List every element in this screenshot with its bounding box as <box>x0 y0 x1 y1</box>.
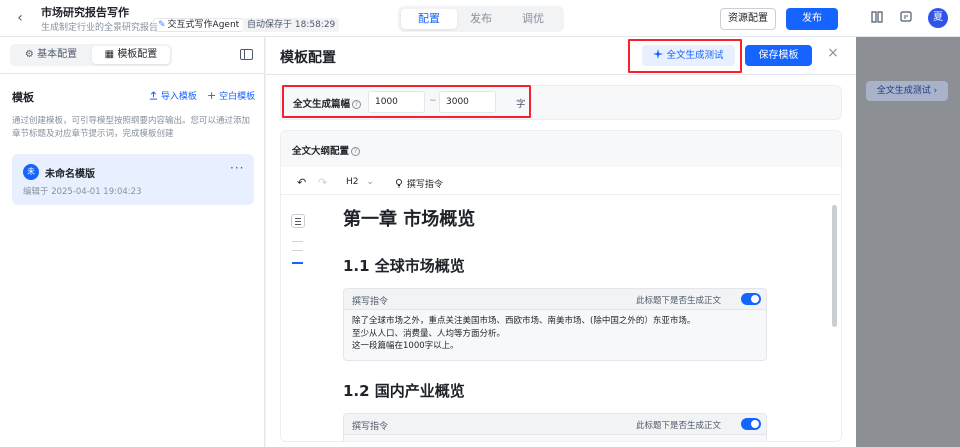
chapter-heading[interactable]: 第一章 市场概览 <box>343 205 475 231</box>
autosave-status: 自动保存于 18:58:29 <box>243 18 340 32</box>
template-icon: ▦ <box>104 49 115 60</box>
divider <box>266 74 856 75</box>
section-heading[interactable]: 1.1 全球市场概览 <box>343 255 465 276</box>
toc-entry-active[interactable] <box>292 262 303 264</box>
app-title: 市场研究报告写作 <box>41 6 129 19</box>
bulb-icon <box>395 178 403 188</box>
more-icon[interactable]: ··· <box>230 161 244 175</box>
instruction-label: 撰写指令 <box>352 297 389 307</box>
outline-title: 全文大纲配置? <box>292 143 361 157</box>
close-icon[interactable]: × <box>826 46 840 60</box>
tab-basic-config-label: 基本配置 <box>37 49 78 60</box>
agent-badge: ✎ 交互式写作Agent <box>153 18 245 32</box>
sparkle-icon <box>653 49 664 59</box>
top-bar: ‹ 市场研究报告写作 生成制定行业的全景研究报告 ✎ 交互式写作Agent 自动保… <box>0 0 960 37</box>
background-overlay[interactable]: 全文生成测试 › <box>856 37 960 447</box>
undo-icon[interactable]: ↶ <box>297 176 306 189</box>
blank-template-label: 空白模板 <box>219 92 256 102</box>
pen-icon: ✎ <box>158 20 166 30</box>
instruction-header: 撰写指令 此标题下是否生成正文 <box>344 289 766 310</box>
generate-body-toggle[interactable] <box>741 293 761 305</box>
template-description: 通过创建模板，可引导模型按照纲要内容输出。您可以通过添加章节标题及对应章节提示词… <box>12 116 251 139</box>
import-template-label: 导入模板 <box>160 92 197 102</box>
outline-header: 全文大纲配置? <box>281 131 841 167</box>
tab-template-config[interactable]: ▦ 模板配置 <box>92 46 170 64</box>
instruction-text[interactable]: 除了全球市场之外，重点关注美国市场、西欧市场、南美市场、(除中国之外的）东亚市场… <box>352 315 762 353</box>
agent-badge-label: 交互式写作Agent <box>167 20 240 30</box>
book-icon[interactable] <box>869 10 885 26</box>
save-template-button[interactable]: 保存模板 <box>745 45 812 66</box>
config-tabs: ⚙ 基本配置 ▦ 模板配置 <box>10 44 172 66</box>
full-text-test-label: 全文生成测试 <box>666 50 724 61</box>
template-avatar: 未 <box>23 164 39 180</box>
page-title: 模板配置 <box>280 50 336 66</box>
highlight-length-config <box>282 85 531 118</box>
feedback-icon[interactable] <box>898 10 914 26</box>
resource-config-button[interactable]: 资源配置 <box>720 8 776 30</box>
left-panel: ⚙ 基本配置 ▦ 模板配置 模板 导入模板 + 空白模板 通过创建模板，可引导模… <box>0 37 265 447</box>
toc-entry[interactable] <box>292 250 303 251</box>
tab-publish[interactable]: 发布 <box>453 9 509 29</box>
instruction-block: 撰写指令 此标题下是否生成正文 <box>343 413 767 441</box>
import-template-link[interactable]: 导入模板 <box>149 89 197 102</box>
redo-icon[interactable]: ↷ <box>318 176 327 189</box>
generate-body-label: 此标题下是否生成正文 <box>636 296 722 306</box>
section-heading[interactable]: 1.2 国内产业概览 <box>343 380 465 401</box>
scrollbar[interactable] <box>832 205 837 327</box>
instruction-line: 除了全球市场之外，重点关注美国市场、西欧市场、南美市场、(除中国之外的）东亚市场… <box>352 316 696 326</box>
template-card[interactable]: 未 未命名模版 ··· 编辑于 2025-04-01 19:04:23 <box>12 154 254 205</box>
help-icon[interactable]: ? <box>351 147 361 156</box>
instruction-line: 至少从人口、消费量、人均等方面分析。 <box>352 328 506 339</box>
write-instruction-label: 撰写指令 <box>406 180 443 190</box>
background-test-button: 全文生成测试 › <box>866 81 948 101</box>
gear-icon: ⚙ <box>24 49 34 60</box>
user-avatar[interactable]: 夏 <box>928 8 948 28</box>
template-name: 未命名模版 <box>45 169 95 180</box>
instruction-header: 撰写指令 此标题下是否生成正文 <box>344 414 766 435</box>
app-subtitle: 生成制定行业的全景研究报告 <box>41 23 159 33</box>
instruction-line: 这一段篇幅在1000字以上。 <box>352 341 459 351</box>
tab-basic-config[interactable]: ⚙ 基本配置 <box>12 46 90 64</box>
write-instruction-button[interactable]: 撰写指令 <box>394 177 443 190</box>
publish-button[interactable]: 发布 <box>786 8 838 30</box>
upload-icon <box>149 91 158 100</box>
instruction-label: 撰写指令 <box>352 422 389 432</box>
toc-entry[interactable] <box>292 241 303 242</box>
back-icon[interactable]: ‹ <box>12 10 28 26</box>
toc-icon[interactable] <box>291 214 305 228</box>
template-section-title: 模板 <box>12 91 34 104</box>
blank-template-link[interactable]: + 空白模板 <box>207 89 255 102</box>
outline-title-text: 全文大纲配置 <box>292 146 350 157</box>
tab-template-config-label: 模板配置 <box>117 49 158 60</box>
generate-body-label: 此标题下是否生成正文 <box>636 421 722 431</box>
heading-level-select[interactable]: H2 ⌄ <box>346 177 374 187</box>
instruction-block: 撰写指令 此标题下是否生成正文 除了全球市场之外，重点关注美国市场、西欧市场、南… <box>343 288 767 361</box>
divider <box>281 194 841 195</box>
collapse-panel-icon[interactable] <box>240 49 253 60</box>
template-edited-time: 编辑于 2025-04-01 19:04:23 <box>23 187 142 197</box>
heading-level-value: H2 <box>346 177 359 187</box>
mode-tabs: 配置 发布 调优 <box>398 6 564 32</box>
template-config-panel: 模板配置 全文生成测试 保存模板 × 全文生成篇幅? 1000 ~ 3000 字… <box>266 37 856 447</box>
tab-tune[interactable]: 调优 <box>505 9 561 29</box>
chevron-down-icon: ⌄ <box>366 177 374 187</box>
outline-editor: 全文大纲配置? ↶ ↷ H2 ⌄ 撰写指令 第一章 市场概览 1.1 全球市场概… <box>280 130 842 442</box>
full-text-test-button[interactable]: 全文生成测试 <box>642 45 735 66</box>
plus-icon: + <box>207 89 217 102</box>
divider <box>0 73 265 74</box>
tab-config[interactable]: 配置 <box>401 9 457 29</box>
generate-body-toggle[interactable] <box>741 418 761 430</box>
